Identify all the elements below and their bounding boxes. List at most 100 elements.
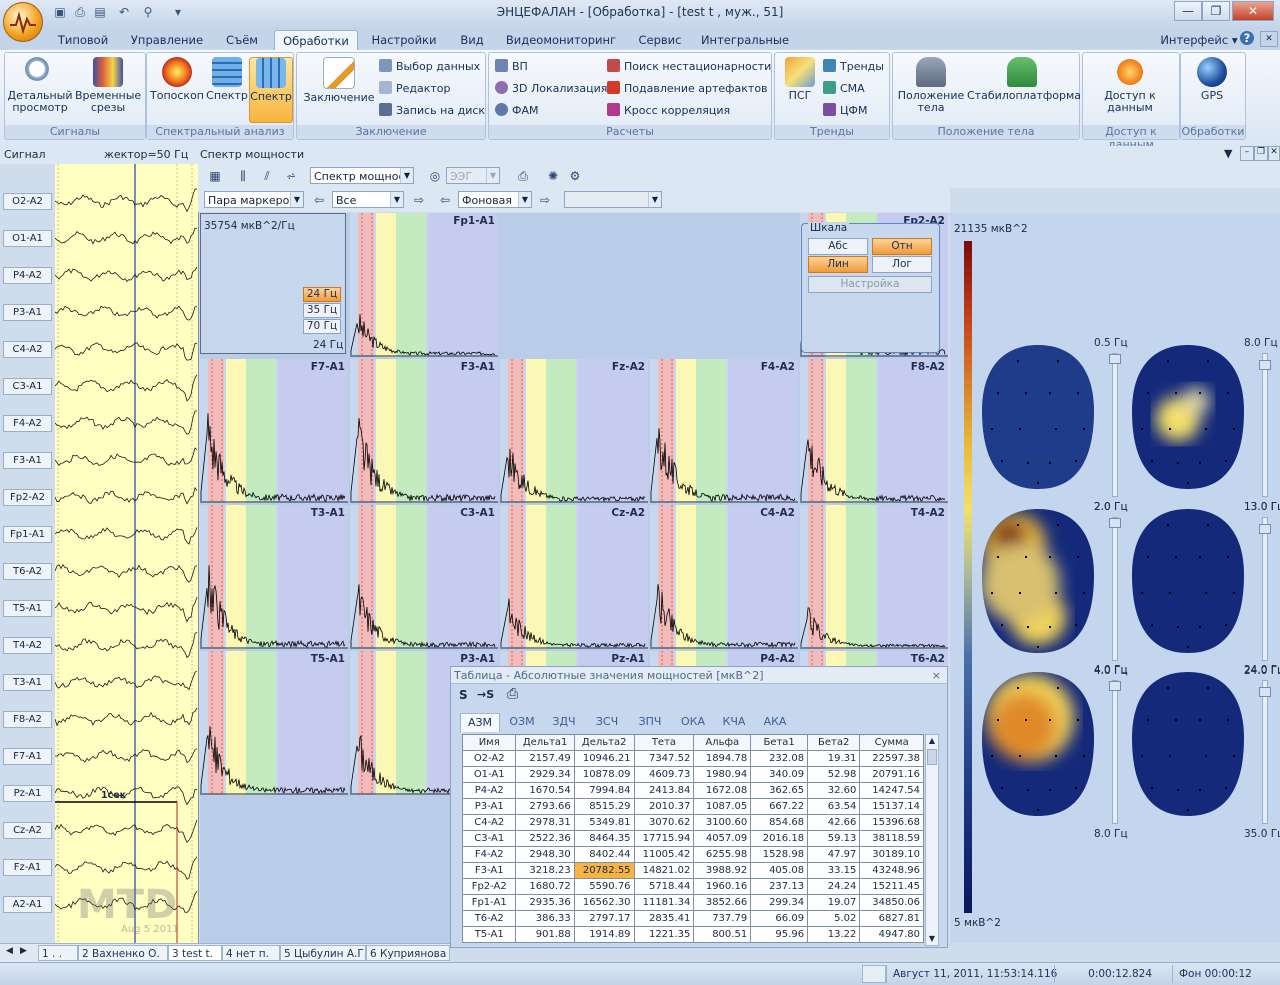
table-cell[interactable]: 1087.05 bbox=[693, 798, 752, 815]
band-range-slider[interactable] bbox=[1109, 353, 1121, 497]
channel-label[interactable]: P4-A2 bbox=[3, 267, 52, 284]
table-cell[interactable]: 901.88 bbox=[515, 926, 575, 943]
table-cell[interactable]: 1960.16 bbox=[693, 878, 752, 895]
table-cell[interactable]: 34850.06 bbox=[859, 894, 924, 911]
table-cell[interactable]: 2978.31 bbox=[515, 814, 575, 831]
band-range-slider[interactable] bbox=[1259, 353, 1271, 497]
cfm-button[interactable]: ЦФМ bbox=[823, 101, 868, 121]
table-row[interactable]: T6-A2 386.33 2797.17 2835.41 737.79 66.09 5.02… bbox=[461, 910, 924, 927]
slider-thumb[interactable] bbox=[1259, 524, 1271, 534]
table-cell[interactable]: 800.51 bbox=[693, 926, 752, 943]
table-tab[interactable]: ЗДЧ bbox=[545, 713, 583, 731]
editor-button[interactable]: Редактор bbox=[379, 79, 451, 99]
table-cell[interactable]: O2-A2 bbox=[461, 750, 517, 767]
tab-typical[interactable]: Типовой bbox=[52, 30, 114, 50]
table-cell[interactable]: 3100.60 bbox=[693, 814, 752, 831]
write-disk-button[interactable]: Запись на диск bbox=[379, 101, 485, 121]
channel-label[interactable]: A2-A1 bbox=[3, 896, 52, 913]
table-cell[interactable]: 19.31 bbox=[807, 750, 861, 767]
table-cell[interactable]: 5590.76 bbox=[573, 878, 635, 895]
spectrum-compare-icon[interactable]: ⫽ bbox=[258, 167, 276, 185]
table-cell[interactable]: 11005.42 bbox=[633, 846, 695, 863]
table-cell[interactable]: 2935.36 bbox=[515, 894, 575, 911]
slider-thumb[interactable] bbox=[1259, 687, 1271, 697]
table-cell[interactable]: 6255.98 bbox=[693, 846, 752, 863]
channel-label[interactable]: Pz-A1 bbox=[3, 785, 52, 802]
table-view-icon[interactable]: ▦ bbox=[206, 167, 224, 185]
patient-tab[interactable]: 6 Куприянова ( bbox=[366, 945, 450, 961]
close-button[interactable]: ✕ bbox=[1232, 1, 1274, 21]
next-epoch-arrow-icon[interactable]: ⇨ bbox=[536, 191, 554, 209]
table-cell[interactable]: 1980.94 bbox=[693, 766, 752, 783]
table-cell[interactable]: C4-A2 bbox=[461, 814, 517, 831]
prev-epoch-arrow-icon[interactable]: ⇦ bbox=[436, 191, 454, 209]
table-scrollbar[interactable]: ▲ ▼ bbox=[925, 734, 939, 946]
table-tab[interactable]: КЧА bbox=[715, 713, 753, 731]
table-cell[interactable]: 63.54 bbox=[807, 798, 861, 815]
table-cell[interactable]: O1-A1 bbox=[461, 766, 517, 783]
table-cell[interactable]: 854.68 bbox=[750, 814, 809, 831]
slider-thumb[interactable] bbox=[1109, 681, 1121, 691]
table-cell[interactable]: 8402.44 bbox=[573, 846, 635, 863]
column-header[interactable]: Дельта2 bbox=[573, 734, 635, 751]
channel-label[interactable]: Fp2-A2 bbox=[3, 489, 52, 506]
table-cell[interactable]: 3070.62 bbox=[633, 814, 695, 831]
table-cell[interactable]: 1680.72 bbox=[515, 878, 575, 895]
band-range-slider[interactable] bbox=[1259, 680, 1271, 824]
nonstationarity-button[interactable]: Поиск нестационарности bbox=[607, 57, 771, 77]
band-range-slider[interactable] bbox=[1109, 517, 1121, 661]
column-header[interactable]: Бета2 bbox=[807, 734, 861, 751]
log-scale-button[interactable]: Лог bbox=[872, 256, 932, 273]
tab-settings[interactable]: Настройки bbox=[368, 30, 440, 50]
panel-minimize-icon[interactable]: – bbox=[1240, 146, 1254, 161]
tab-processing[interactable]: Обработки bbox=[274, 30, 358, 51]
table-cell[interactable]: 362.65 bbox=[750, 782, 809, 799]
freq-24-button[interactable]: 24 Гц bbox=[303, 287, 341, 302]
topographic-map[interactable] bbox=[1130, 505, 1250, 655]
table-cell[interactable]: 59.13 bbox=[807, 830, 861, 847]
table-cell[interactable]: 232.08 bbox=[750, 750, 809, 767]
tab-view[interactable]: Вид bbox=[452, 30, 492, 50]
tabs-scroll-right-icon[interactable]: ▶ bbox=[20, 946, 27, 956]
topographic-map[interactable] bbox=[1130, 668, 1250, 818]
table-cell[interactable]: 19.07 bbox=[807, 894, 861, 911]
table-tab[interactable]: ОЗМ bbox=[503, 713, 541, 731]
column-header[interactable]: Имя bbox=[461, 734, 517, 751]
freq-70-button[interactable]: 70 Гц bbox=[303, 319, 341, 334]
interface-menu[interactable]: Интерфейс ▾ bbox=[1160, 30, 1238, 50]
table-cell[interactable]: 2948.30 bbox=[515, 846, 575, 863]
table-row[interactable]: O1-A1 2929.34 10878.09 4609.73 1980.94 340.09… bbox=[461, 766, 924, 783]
table-cell[interactable]: 15211.45 bbox=[859, 878, 924, 895]
document-icon[interactable]: ▤ bbox=[92, 5, 108, 21]
slider-thumb[interactable] bbox=[1109, 354, 1121, 364]
table-cell[interactable]: 386.33 bbox=[515, 910, 575, 927]
app-logo-icon[interactable] bbox=[3, 2, 43, 42]
table-cell[interactable]: 3988.92 bbox=[693, 862, 752, 879]
table-cell[interactable]: 38118.59 bbox=[859, 830, 924, 847]
table-cell[interactable]: 737.79 bbox=[693, 910, 752, 927]
eeg-select[interactable]: ЭЭГ ▼ bbox=[446, 167, 500, 184]
table-cell[interactable]: 4947.80 bbox=[859, 926, 924, 943]
spectrum-button[interactable]: Спектр bbox=[205, 57, 249, 121]
spectrum-cell[interactable]: T3-A1 bbox=[200, 505, 348, 649]
channel-label[interactable]: P3-A1 bbox=[3, 304, 52, 321]
table-cell[interactable]: 5349.81 bbox=[573, 814, 635, 831]
scroll-thumb[interactable] bbox=[927, 749, 937, 765]
table-cell[interactable]: 42.66 bbox=[807, 814, 861, 831]
spectrum-active-button[interactable]: Спектр bbox=[249, 57, 293, 123]
table-row[interactable]: T5-A1 901.88 1914.89 1221.35 800.51 95.96 13.2… bbox=[461, 926, 924, 943]
trends-button[interactable]: Тренды bbox=[823, 57, 884, 77]
table-cell[interactable]: 20791.16 bbox=[859, 766, 924, 783]
tab-control[interactable]: Управление bbox=[128, 30, 206, 50]
patient-tab[interactable]: 3 test t. bbox=[168, 945, 222, 961]
print-icon[interactable]: ⎙ bbox=[72, 5, 88, 21]
channel-label[interactable]: F3-A1 bbox=[3, 452, 52, 469]
channel-label[interactable]: Fz-A1 bbox=[3, 859, 52, 876]
table-cell[interactable]: 1528.98 bbox=[750, 846, 809, 863]
table-cell[interactable]: 32.60 bbox=[807, 782, 861, 799]
cross-correlation-button[interactable]: Кросс корреляция bbox=[607, 101, 730, 121]
spectrum-mode-select[interactable]: Спектр мощнос ▼ bbox=[310, 167, 414, 184]
table-cell[interactable]: 2797.17 bbox=[573, 910, 635, 927]
spectrum-cell[interactable]: Fp1-A1 bbox=[350, 213, 498, 357]
eeg-signal-view[interactable]: 1сек MTD Aug 5 2011 bbox=[55, 164, 199, 944]
